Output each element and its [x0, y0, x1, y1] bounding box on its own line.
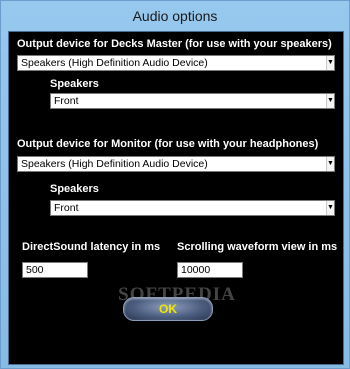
window-title: Audio options [132, 8, 218, 24]
monitor-speakers-select[interactable]: Front ▼ [50, 200, 335, 216]
waveform-label: Scrolling waveform view in ms [177, 241, 338, 253]
ok-button[interactable]: OK [123, 297, 213, 321]
monitor-output-label: Output device for Monitor (for use with … [17, 138, 319, 150]
audio-options-window: Audio options Output device for Decks Ma… [0, 0, 350, 369]
decks-speakers-label: Speakers [50, 78, 99, 90]
monitor-speakers-value: Front [54, 202, 79, 214]
dropdown-arrow-icon[interactable]: ▼ [326, 56, 334, 70]
monitor-output-device-value: Speakers (High Definition Audio Device) [21, 158, 208, 170]
decks-output-device-value: Speakers (High Definition Audio Device) [21, 57, 208, 69]
decks-speakers-select[interactable]: Front ▼ [50, 93, 335, 109]
dropdown-arrow-icon[interactable]: ▼ [326, 201, 334, 215]
decks-speakers-value: Front [54, 95, 79, 107]
latency-label: DirectSound latency in ms [22, 241, 161, 253]
monitor-speakers-label: Speakers [50, 183, 99, 195]
dropdown-arrow-icon[interactable]: ▼ [326, 157, 334, 171]
waveform-input[interactable]: 10000 [177, 262, 243, 278]
monitor-output-device-select[interactable]: Speakers (High Definition Audio Device) … [17, 156, 335, 172]
dropdown-arrow-icon[interactable]: ▼ [326, 94, 334, 108]
decks-output-device-select[interactable]: Speakers (High Definition Audio Device) … [17, 55, 335, 71]
decks-output-label: Output device for Decks Master (for use … [17, 38, 332, 50]
latency-input[interactable]: 500 [22, 262, 88, 278]
